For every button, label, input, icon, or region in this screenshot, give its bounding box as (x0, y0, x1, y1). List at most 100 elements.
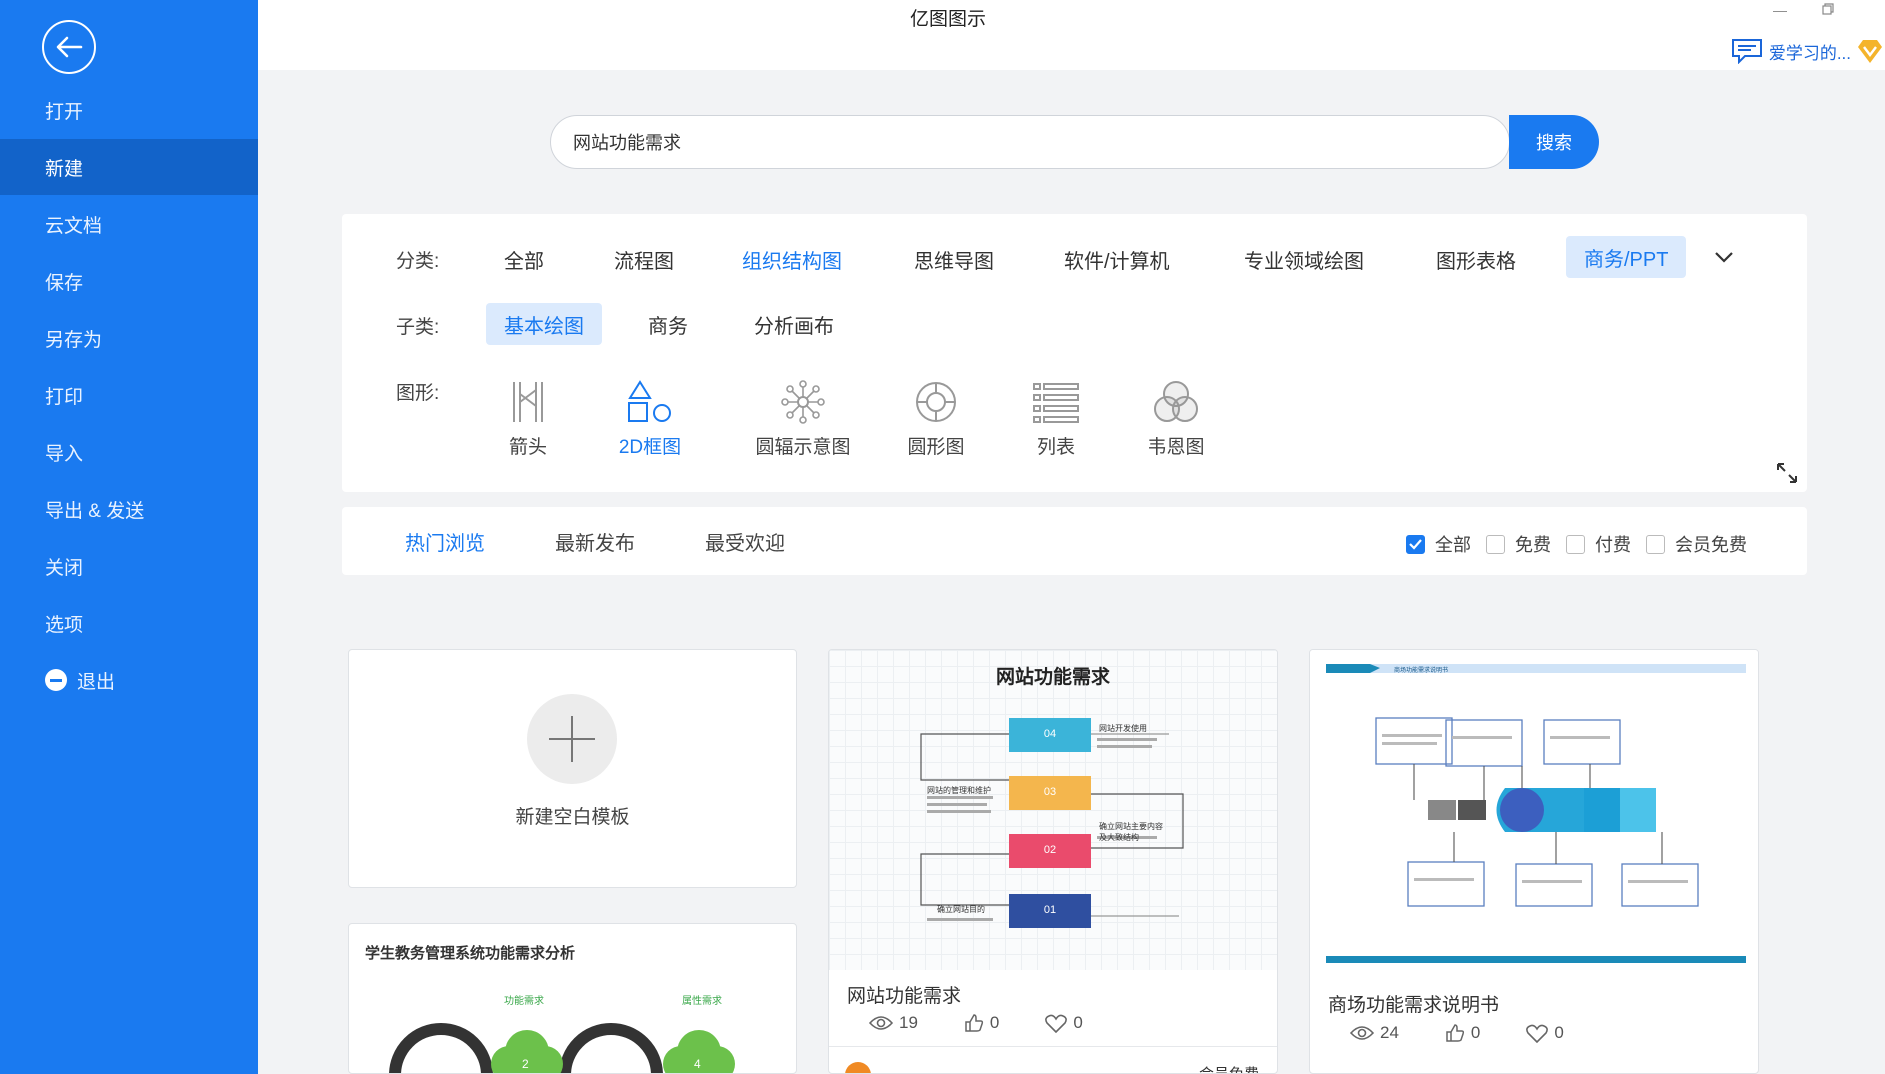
sidebar-item-label: 导出 & 发送 (45, 500, 145, 522)
chevron-down-icon[interactable] (1714, 250, 1734, 264)
card-stats: 19 0 0 (869, 1013, 1083, 1033)
checkbox-unchecked-icon (1486, 534, 1505, 554)
checkbox-label: 全部 (1435, 535, 1471, 555)
search-button[interactable]: 搜索 (1509, 115, 1599, 169)
like-count[interactable]: 0 (1445, 1023, 1480, 1043)
eye-icon (869, 1016, 893, 1030)
tab-popular[interactable]: 热门浏览 (405, 527, 485, 556)
heart-icon (1526, 1024, 1549, 1043)
tab-favorite[interactable]: 最受欢迎 (705, 527, 785, 556)
thumb-number: 2 (522, 1057, 529, 1071)
restore-icon (1822, 3, 1834, 15)
sidebar-item-label: 关闭 (45, 557, 84, 579)
thumb-step: 01 (1043, 904, 1057, 916)
thumb-label: 网站的管理和维护 (927, 786, 991, 795)
sort-bar: 热门浏览 最新发布 最受欢迎 全部 免费 付费 会员免费 (342, 507, 1807, 575)
filter-free-checkbox[interactable]: 免费 (1486, 531, 1551, 557)
venn-diagram-icon (1154, 381, 1198, 422)
thumbs-up-icon (1446, 1024, 1464, 1042)
filter-member-free-checkbox[interactable]: 会员免费 (1646, 531, 1747, 557)
sidebar-item-save[interactable]: 保存 (0, 253, 258, 309)
filter-paid-checkbox[interactable]: 付费 (1566, 531, 1631, 557)
favorite-count[interactable]: 0 (1526, 1023, 1564, 1043)
category-org-chart[interactable]: 组织结构图 (724, 238, 860, 280)
sidebar-item-new[interactable]: 新建 (0, 139, 258, 195)
title-bar: 亿图图示 — 爱学习的... (258, 0, 1885, 70)
card-thumbnail: 商场功能需求说明书 (1310, 650, 1758, 970)
thumb-step: 02 (1043, 844, 1057, 856)
shape-label-text: 箭头 (508, 437, 547, 458)
favorite-count-value: 0 (1073, 1013, 1083, 1032)
expand-icon[interactable] (1776, 462, 1798, 484)
arrows-icon (513, 382, 543, 422)
search-input[interactable]: 网站功能需求 (550, 115, 1510, 169)
card-stats: 24 0 0 (1350, 1023, 1564, 1043)
thumb-step: 03 (1043, 786, 1057, 798)
template-card[interactable]: 网站功能需求 04 03 02 01 网站开发使用 网站的管理和维护 确立网站主… (828, 649, 1278, 1074)
checkbox-label: 付费 (1595, 535, 1631, 555)
list-icon (1033, 383, 1079, 423)
add-template-button[interactable] (527, 694, 617, 784)
checkbox-checked-icon (1406, 534, 1425, 554)
category-software[interactable]: 软件/计算机 (1046, 238, 1188, 280)
subcategory-business[interactable]: 商务 (630, 303, 706, 345)
circular-diagram-icon (916, 382, 956, 422)
search-query: 网站功能需求 (573, 133, 681, 153)
category-business-ppt[interactable]: 商务/PPT (1566, 236, 1687, 278)
shape-label-text: 圆辐示意图 (755, 437, 851, 458)
shape-list[interactable]: 列表 (1001, 380, 1111, 459)
sidebar-item-export-send[interactable]: 导出 & 发送 (0, 481, 258, 537)
user-account[interactable]: 爱学习的... (1731, 38, 1883, 64)
thumb-label: 确立网站主要内容及大致结构 (1099, 822, 1163, 842)
filter-all-checkbox[interactable]: 全部 (1406, 531, 1471, 557)
shape-2d-block[interactable]: 2D框图 (595, 380, 705, 459)
blank-template-card[interactable]: 新建空白模板 (348, 649, 797, 888)
category-flowchart[interactable]: 流程图 (596, 238, 692, 280)
sidebar-item-cloud-docs[interactable]: 云文档 (0, 196, 258, 252)
sidebar-item-print[interactable]: 打印 (0, 367, 258, 423)
arrow-left-icon (56, 36, 83, 58)
minimize-button[interactable]: — (1773, 2, 1787, 18)
template-card[interactable]: 商场功能需求说明书 商场功能需求说明书 24 0 0 (1309, 649, 1759, 1074)
subcategory-label: 子类: (396, 317, 440, 338)
user-name: 爱学习的... (1768, 43, 1851, 63)
template-card[interactable]: 学生教务管理系统功能需求分析 功能需求 属性需求 2 4 (348, 923, 797, 1074)
radial-diagram-icon (781, 380, 825, 424)
shape-arrow[interactable]: 箭头 (473, 380, 583, 459)
minus-circle-icon (45, 669, 67, 691)
shape-circular[interactable]: 圆形图 (881, 380, 991, 459)
like-count-value: 0 (1470, 1023, 1481, 1042)
category-all[interactable]: 全部 (486, 238, 562, 280)
favorite-count[interactable]: 0 (1045, 1013, 1083, 1033)
avatar (845, 1062, 871, 1073)
sidebar-item-label: 选项 (45, 614, 84, 636)
thumb-title: 商场功能需求说明书 (1394, 668, 1449, 674)
message-icon (1731, 39, 1762, 64)
shape-radial[interactable]: 圆辐示意图 (739, 380, 867, 459)
restore-button[interactable] (1822, 2, 1834, 18)
sidebar-item-import[interactable]: 导入 (0, 424, 258, 480)
sidebar-item-save-as[interactable]: 另存为 (0, 310, 258, 366)
sidebar-item-options[interactable]: 选项 (0, 595, 258, 651)
sidebar-item-close[interactable]: 关闭 (0, 538, 258, 594)
sidebar-item-open[interactable]: 打开 (0, 82, 258, 138)
category-mind-map[interactable]: 思维导图 (896, 238, 1012, 280)
checkbox-label: 会员免费 (1675, 535, 1747, 555)
card-title: 网站功能需求 (847, 986, 962, 1007)
thumb-diagram (920, 718, 1184, 928)
checkbox-unchecked-icon (1646, 534, 1665, 554)
category-professional[interactable]: 专业领域绘图 (1226, 238, 1382, 280)
back-button[interactable] (42, 20, 96, 74)
shape-venn[interactable]: 韦恩图 (1121, 380, 1231, 459)
like-count[interactable]: 0 (964, 1013, 999, 1033)
sidebar-item-label: 另存为 (45, 329, 103, 351)
sidebar-item-exit[interactable]: 退出 (0, 652, 258, 708)
thumbs-up-icon (965, 1014, 983, 1032)
shape-label-text: 列表 (1036, 437, 1075, 458)
thumb-step: 04 (1043, 728, 1057, 740)
favorite-count-value: 0 (1554, 1023, 1564, 1042)
subcategory-basic-drawing[interactable]: 基本绘图 (486, 303, 602, 345)
tab-latest[interactable]: 最新发布 (555, 527, 635, 556)
subcategory-analysis-canvas[interactable]: 分析画布 (736, 303, 852, 345)
category-graphic-table[interactable]: 图形表格 (1418, 238, 1534, 280)
